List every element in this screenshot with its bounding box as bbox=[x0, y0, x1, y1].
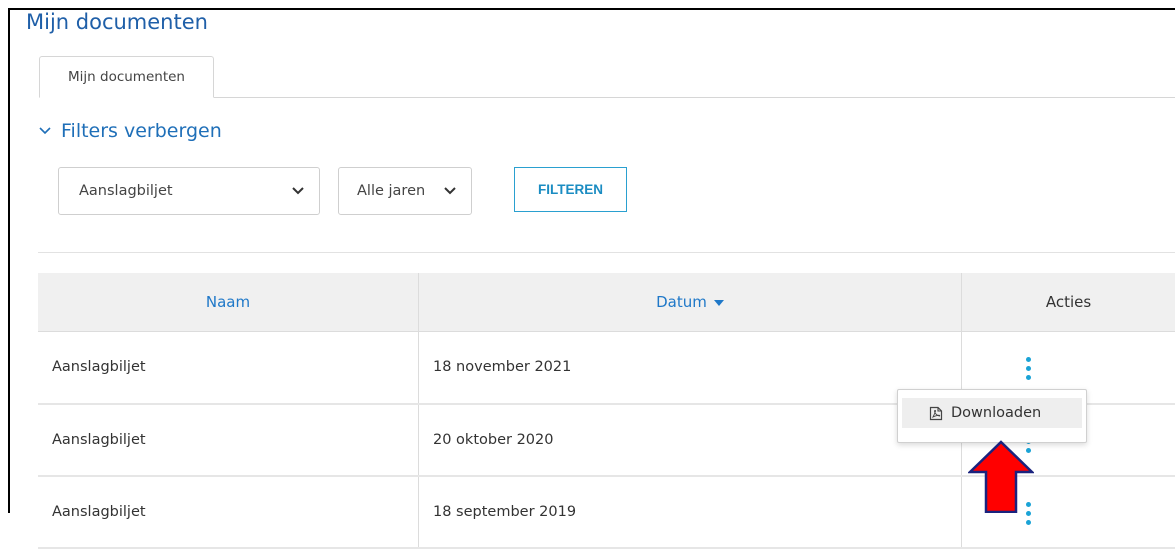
section-divider bbox=[38, 252, 1175, 253]
filter-button[interactable]: FILTEREN bbox=[514, 167, 627, 212]
column-header-datum-label: Datum bbox=[656, 293, 707, 311]
column-header-acties: Acties bbox=[962, 273, 1175, 332]
table-header-row: Naam Datum Acties bbox=[38, 273, 1175, 332]
filters-toggle-label: Filters verbergen bbox=[61, 120, 222, 142]
year-value: Alle jaren bbox=[339, 183, 443, 199]
chevron-down-icon bbox=[291, 186, 305, 196]
document-type-value: Aanslagbiljet bbox=[59, 183, 291, 199]
sort-descending-icon bbox=[714, 300, 724, 306]
more-actions-icon[interactable] bbox=[1020, 353, 1037, 384]
tab-mijn-documenten[interactable]: Mijn documenten bbox=[39, 56, 214, 98]
chevron-down-icon bbox=[443, 186, 457, 196]
pdf-file-icon bbox=[929, 406, 943, 421]
filters-toggle[interactable]: Filters verbergen bbox=[38, 120, 222, 142]
actions-dropdown-menu: Downloaden bbox=[897, 389, 1087, 443]
column-header-acties-label: Acties bbox=[1046, 293, 1091, 311]
year-select[interactable]: Alle jaren bbox=[338, 167, 472, 215]
download-menu-label: Downloaden bbox=[951, 405, 1041, 421]
chevron-down-icon bbox=[38, 124, 52, 138]
cell-datum: 18 november 2021 bbox=[419, 332, 962, 404]
red-arrow-annotation bbox=[968, 440, 1034, 513]
column-header-datum[interactable]: Datum bbox=[419, 273, 962, 332]
download-menu-item[interactable]: Downloaden bbox=[902, 398, 1082, 428]
document-type-select[interactable]: Aanslagbiljet bbox=[58, 167, 320, 215]
cell-datum: 20 oktober 2020 bbox=[419, 404, 962, 476]
cell-naam: Aanslagbiljet bbox=[38, 476, 419, 548]
cell-naam: Aanslagbiljet bbox=[38, 332, 419, 404]
page-title: Mijn documenten bbox=[26, 10, 208, 34]
cell-datum: 18 september 2019 bbox=[419, 476, 962, 548]
cell-naam: Aanslagbiljet bbox=[38, 404, 419, 476]
column-header-naam-label: Naam bbox=[206, 293, 250, 311]
column-header-naam[interactable]: Naam bbox=[38, 273, 419, 332]
